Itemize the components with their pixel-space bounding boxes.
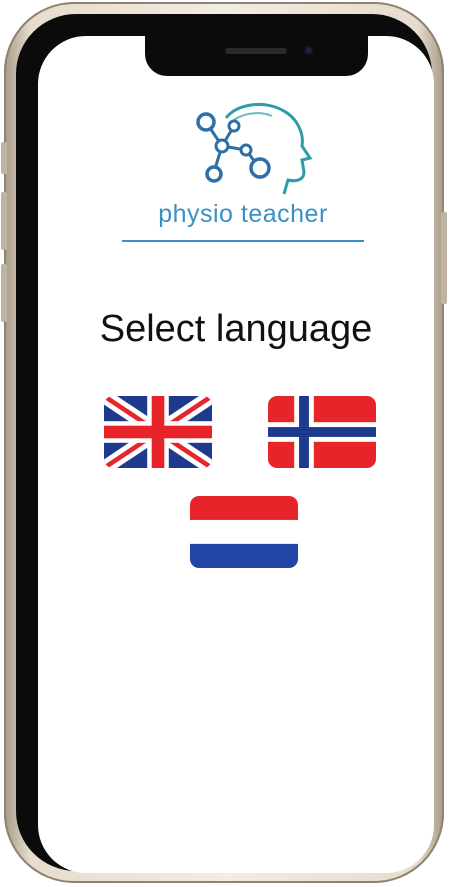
volume-up-button [1,192,7,250]
language-button-english[interactable] [104,396,212,468]
volume-down-button [1,264,7,322]
app-screen: physio teacher Select language [38,36,434,873]
logo-text: physio teacher [158,200,328,228]
app-logo: physio teacher [118,98,368,248]
page-title: Select language [99,308,373,350]
language-button-norwegian[interactable] [268,396,376,468]
power-button [441,212,447,304]
silent-switch [1,142,7,174]
norway-flag-icon [268,396,376,468]
phone-bezel: physio teacher Select language [16,14,434,873]
front-camera [303,45,314,56]
phone-frame: physio teacher Select language [1,2,447,883]
head-network-icon [196,103,313,195]
logo-underline [122,240,364,242]
netherlands-flag-icon [190,496,298,568]
speaker-grille [225,48,287,54]
phone-notch [145,36,368,76]
uk-flag-icon [104,396,212,468]
language-button-dutch[interactable] [190,496,298,568]
